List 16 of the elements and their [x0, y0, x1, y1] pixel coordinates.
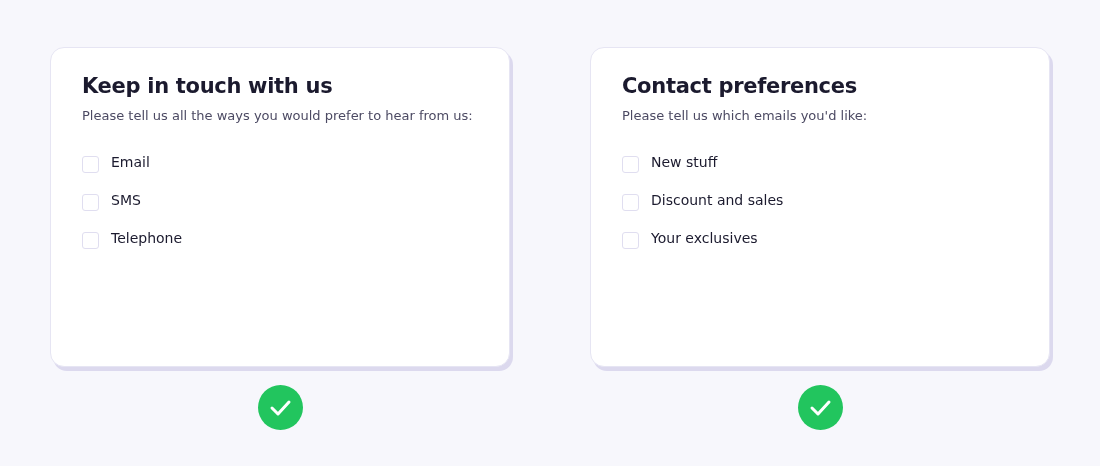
checkbox[interactable]	[82, 155, 99, 173]
option-label: Discount and sales	[651, 192, 784, 208]
option-label: New stuff	[651, 154, 718, 170]
option-label: Telephone	[111, 230, 183, 246]
option-label: Your exclusives	[651, 230, 758, 246]
card-title: Contact preferences	[622, 74, 858, 98]
checkbox[interactable]	[622, 193, 639, 211]
card-subtitle: Please tell us which emails you'd like:	[622, 108, 869, 123]
checkbox[interactable]	[82, 193, 99, 211]
checkbox[interactable]	[622, 155, 639, 173]
card-subtitle: Please tell us all the ways you would prefer to hear from us:	[82, 108, 474, 123]
checkbox[interactable]	[622, 231, 639, 249]
card-title: Keep in touch with us	[82, 74, 334, 98]
option-label: SMS	[111, 192, 141, 208]
checkbox[interactable]	[82, 231, 99, 249]
option-label: Email	[111, 154, 150, 170]
